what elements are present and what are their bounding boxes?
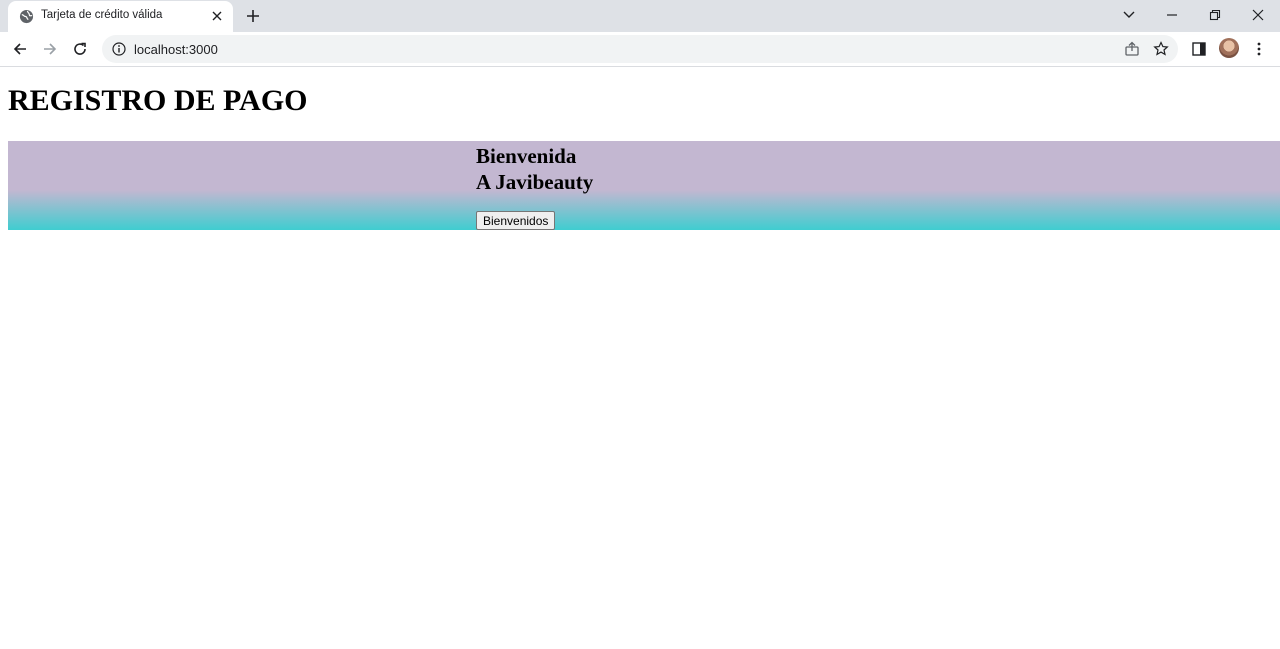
close-window-icon[interactable] bbox=[1248, 5, 1268, 25]
site-info-icon[interactable] bbox=[112, 42, 126, 56]
tab-strip: Tarjeta de crédito válida bbox=[0, 0, 1280, 32]
bookmark-star-icon[interactable] bbox=[1153, 41, 1169, 57]
page-content: REGISTRO DE PAGO Bienvenida A Javibeauty… bbox=[0, 67, 1280, 649]
profile-avatar[interactable] bbox=[1219, 38, 1239, 58]
tab-title: Tarjeta de crédito válida bbox=[41, 9, 163, 21]
browser-toolbar: localhost:3000 bbox=[0, 32, 1280, 67]
browser-tab[interactable]: Tarjeta de crédito válida bbox=[8, 1, 233, 32]
share-icon[interactable] bbox=[1124, 41, 1140, 57]
side-panel-icon[interactable] bbox=[1190, 40, 1208, 58]
forward-arrow-icon[interactable] bbox=[41, 40, 59, 58]
restore-icon[interactable] bbox=[1205, 5, 1225, 25]
welcome-banner: Bienvenida A Javibeauty Bienvenidos bbox=[8, 141, 1280, 230]
reload-icon[interactable] bbox=[71, 40, 89, 58]
page-title: REGISTRO DE PAGO bbox=[8, 84, 308, 117]
banner-line-2: A Javibeauty bbox=[476, 170, 594, 194]
globe-icon bbox=[19, 9, 34, 24]
bienvenidos-button[interactable]: Bienvenidos bbox=[476, 211, 556, 230]
url-text[interactable]: localhost:3000 bbox=[134, 42, 218, 57]
minimize-icon[interactable] bbox=[1162, 5, 1182, 25]
back-arrow-icon[interactable] bbox=[11, 40, 29, 58]
kebab-menu-icon[interactable] bbox=[1250, 40, 1268, 58]
banner-heading: Bienvenida A Javibeauty bbox=[476, 143, 593, 195]
address-bar[interactable]: localhost:3000 bbox=[102, 35, 1178, 63]
tab-search-chevron-down-icon[interactable] bbox=[1119, 5, 1139, 25]
tab-close-icon[interactable] bbox=[210, 9, 224, 23]
banner-line-1: Bienvenida bbox=[476, 144, 577, 168]
new-tab-plus-icon[interactable] bbox=[244, 7, 262, 25]
